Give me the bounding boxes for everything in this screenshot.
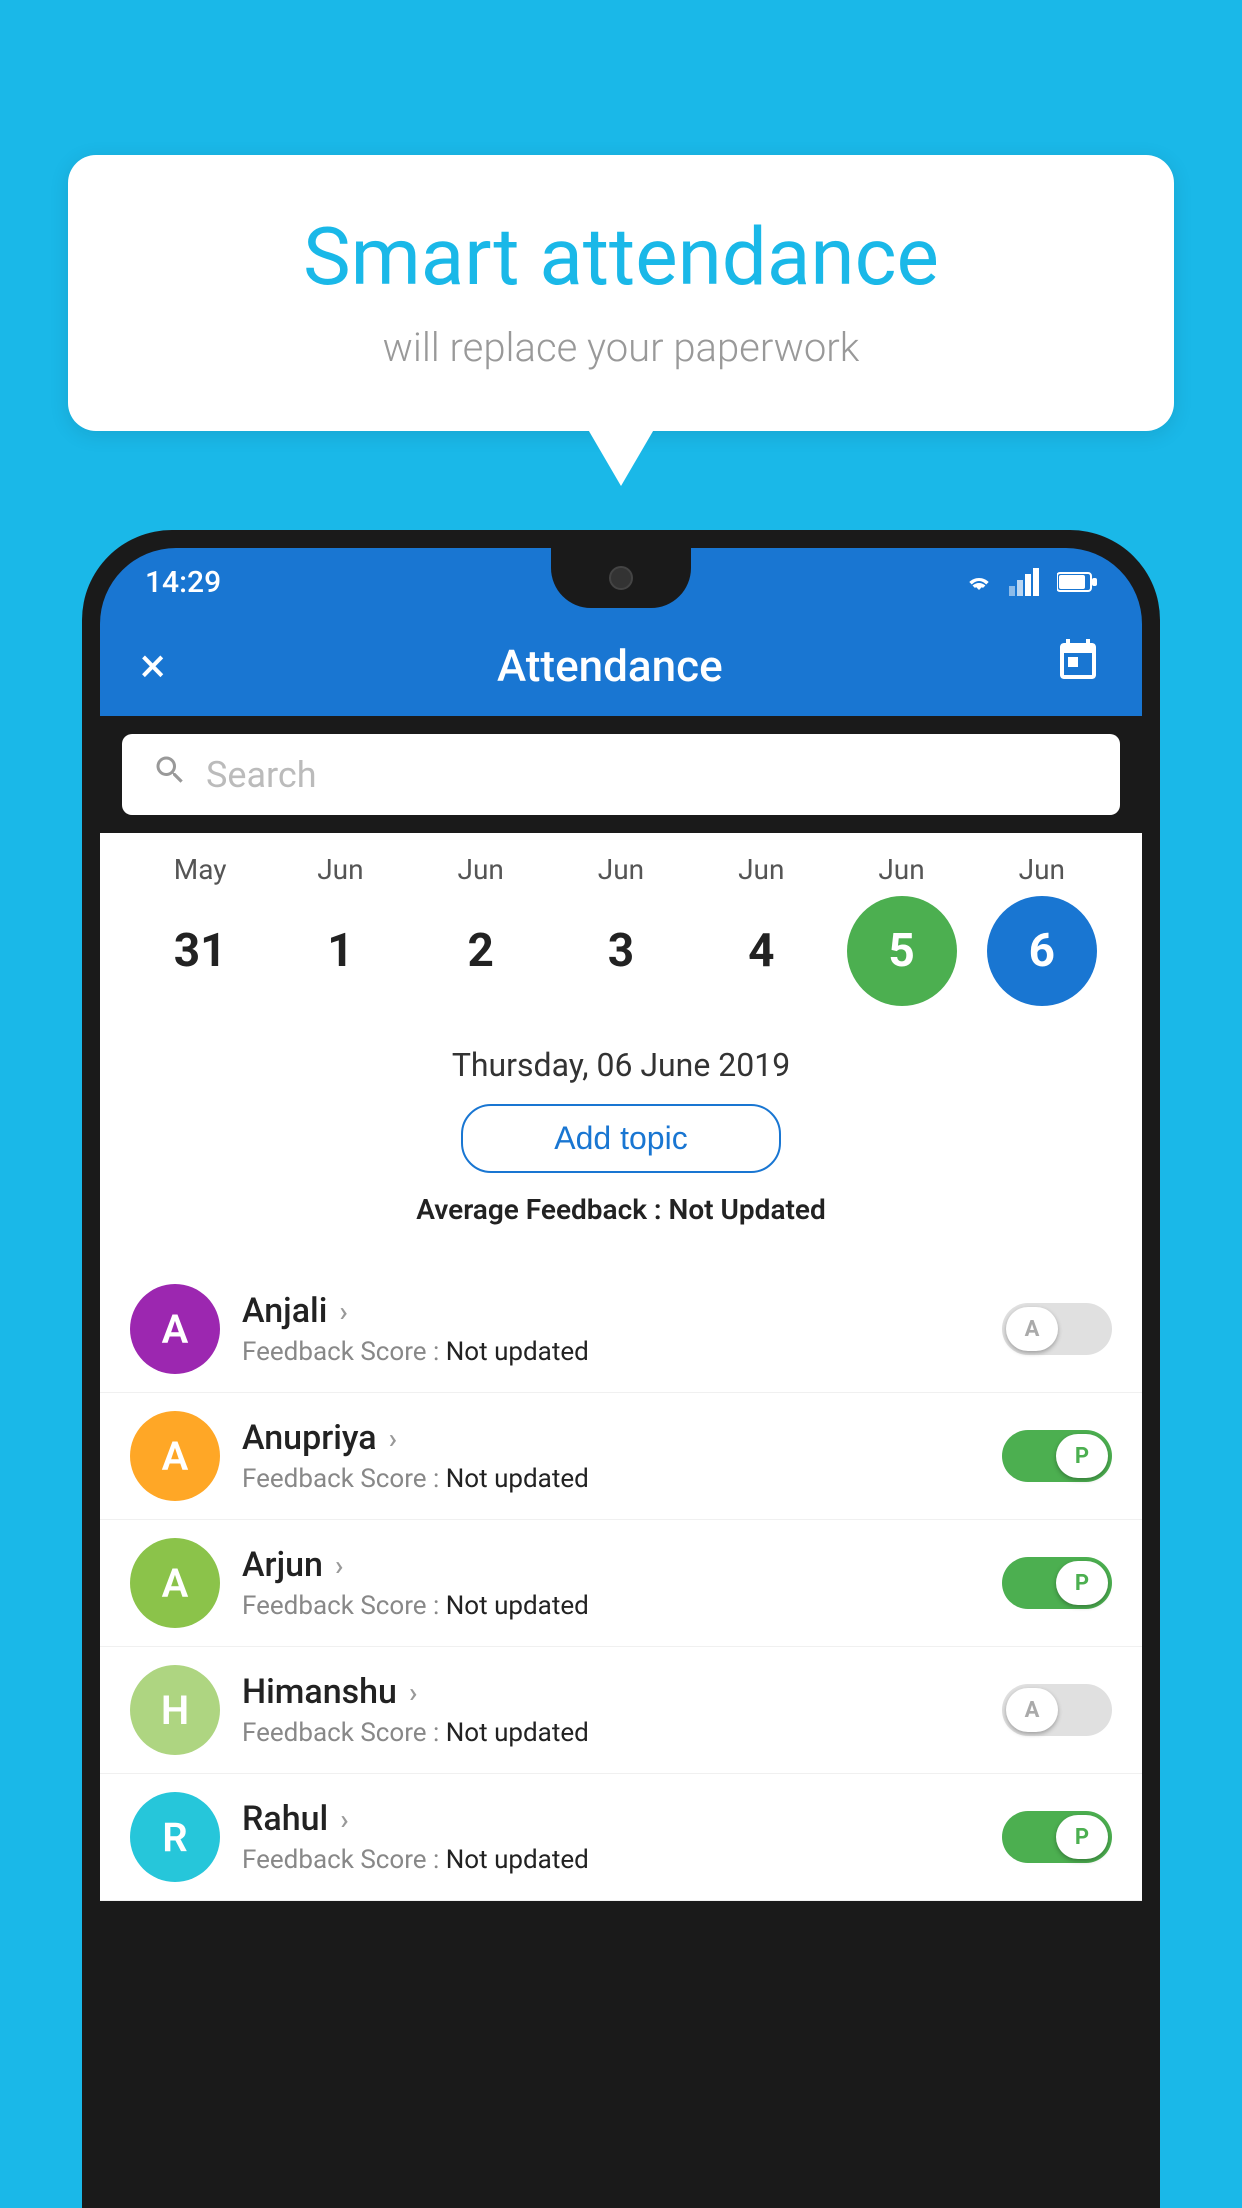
avg-feedback: Average Feedback : Not Updated [130, 1193, 1112, 1226]
chevron-icon-0: › [339, 1295, 347, 1328]
month-2: Jun [416, 853, 546, 886]
student-feedback-2: Feedback Score : Not updated [242, 1591, 980, 1621]
student-name-4[interactable]: Rahul › [242, 1799, 980, 1839]
close-button[interactable]: × [140, 642, 166, 690]
notch [551, 548, 691, 608]
month-1: Jun [275, 853, 405, 886]
student-item-0: A Anjali › Feedback Score : Not updated … [100, 1266, 1142, 1393]
toggle-knob-4: P [1056, 1815, 1108, 1859]
date-3[interactable]: 3 [566, 896, 676, 1006]
toggle-knob-1: P [1056, 1434, 1108, 1478]
avg-feedback-label: Average Feedback : [416, 1193, 661, 1226]
date-4[interactable]: 4 [706, 896, 816, 1006]
student-feedback-1: Feedback Score : Not updated [242, 1464, 980, 1494]
phone-frame: 14:29 [82, 530, 1160, 2208]
status-time: 14:29 [145, 565, 221, 600]
student-item-4: R Rahul › Feedback Score : Not updated P [100, 1774, 1142, 1901]
attendance-toggle-3[interactable]: A [1002, 1684, 1112, 1736]
signal-icon [1009, 568, 1045, 596]
student-list: A Anjali › Feedback Score : Not updated … [100, 1266, 1142, 1901]
toggle-knob-0: A [1006, 1307, 1058, 1351]
calendar-icon[interactable] [1054, 637, 1102, 696]
date-31[interactable]: 31 [145, 896, 255, 1006]
student-item-1: A Anupriya › Feedback Score : Not update… [100, 1393, 1142, 1520]
wifi-icon [961, 568, 997, 596]
date-6-selected[interactable]: 6 [987, 896, 1097, 1006]
student-feedback-4: Feedback Score : Not updated [242, 1845, 980, 1875]
student-info-0: Anjali › Feedback Score : Not updated [242, 1291, 980, 1367]
search-icon [152, 752, 188, 797]
bubble-title: Smart attendance [128, 210, 1114, 304]
calendar-months: May Jun Jun Jun Jun Jun Jun [130, 853, 1112, 886]
student-feedback-3: Feedback Score : Not updated [242, 1718, 980, 1748]
status-bar: 14:29 [100, 548, 1142, 616]
month-6: Jun [977, 853, 1107, 886]
month-5: Jun [837, 853, 967, 886]
student-avatar-2: A [130, 1538, 220, 1628]
date-5-today[interactable]: 5 [847, 896, 957, 1006]
attendance-toggle-0[interactable]: A [1002, 1303, 1112, 1355]
month-0: May [135, 853, 265, 886]
app-header: × Attendance [100, 616, 1142, 716]
calendar-dates: 31 1 2 3 4 5 6 [130, 896, 1112, 1006]
student-feedback-0: Feedback Score : Not updated [242, 1337, 980, 1367]
chevron-icon-4: › [340, 1803, 348, 1836]
student-avatar-1: A [130, 1411, 220, 1501]
selected-date: Thursday, 06 June 2019 [130, 1046, 1112, 1084]
student-avatar-3: H [130, 1665, 220, 1755]
student-info-2: Arjun › Feedback Score : Not updated [242, 1545, 980, 1621]
toggle-knob-2: P [1056, 1561, 1108, 1605]
student-name-0[interactable]: Anjali › [242, 1291, 980, 1331]
student-info-4: Rahul › Feedback Score : Not updated [242, 1799, 980, 1875]
student-name-3[interactable]: Himanshu › [242, 1672, 980, 1712]
month-3: Jun [556, 853, 686, 886]
bubble-subtitle: will replace your paperwork [128, 324, 1114, 371]
status-icons [961, 568, 1097, 596]
student-name-2[interactable]: Arjun › [242, 1545, 980, 1585]
battery-icon [1057, 571, 1097, 593]
month-4: Jun [696, 853, 826, 886]
speech-bubble: Smart attendance will replace your paper… [68, 155, 1174, 431]
phone-inner: 14:29 [100, 548, 1142, 2190]
student-name-1[interactable]: Anupriya › [242, 1418, 980, 1458]
student-avatar-0: A [130, 1284, 220, 1374]
header-title: Attendance [497, 640, 723, 692]
attendance-toggle-2[interactable]: P [1002, 1557, 1112, 1609]
avg-feedback-value: Not Updated [669, 1193, 826, 1226]
camera [609, 566, 633, 590]
search-bar[interactable]: Search [122, 734, 1120, 815]
student-item-3: H Himanshu › Feedback Score : Not update… [100, 1647, 1142, 1774]
student-item-2: A Arjun › Feedback Score : Not updated P [100, 1520, 1142, 1647]
attendance-toggle-1[interactable]: P [1002, 1430, 1112, 1482]
search-input[interactable]: Search [206, 754, 317, 796]
student-info-1: Anupriya › Feedback Score : Not updated [242, 1418, 980, 1494]
date-2[interactable]: 2 [426, 896, 536, 1006]
attendance-toggle-4[interactable]: P [1002, 1811, 1112, 1863]
calendar-strip: May Jun Jun Jun Jun Jun Jun 31 1 2 3 4 5… [100, 833, 1142, 1016]
chevron-icon-1: › [389, 1422, 397, 1455]
content-area: Thursday, 06 June 2019 Add topic Average… [100, 1016, 1142, 1266]
student-info-3: Himanshu › Feedback Score : Not updated [242, 1672, 980, 1748]
chevron-icon-2: › [335, 1549, 343, 1582]
add-topic-button[interactable]: Add topic [461, 1104, 781, 1173]
speech-bubble-container: Smart attendance will replace your paper… [68, 155, 1174, 431]
student-avatar-4: R [130, 1792, 220, 1882]
toggle-knob-3: A [1006, 1688, 1058, 1732]
date-1[interactable]: 1 [285, 896, 395, 1006]
chevron-icon-3: › [409, 1676, 417, 1709]
